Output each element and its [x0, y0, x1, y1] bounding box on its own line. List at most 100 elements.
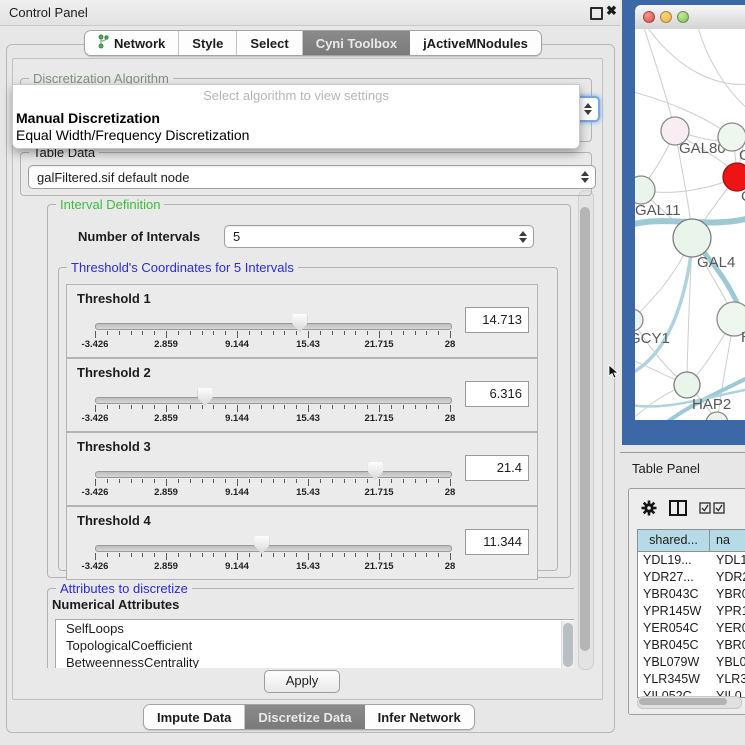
- tick-mark: [344, 405, 345, 409]
- attribute-item-selfloops[interactable]: SelfLoops: [56, 620, 574, 637]
- table-row[interactable]: YBR045CYBR0: [638, 637, 745, 654]
- column-header-name[interactable]: na: [710, 530, 745, 551]
- tick-mark: [296, 479, 297, 483]
- table-cell: YLR3: [710, 671, 745, 688]
- panel-scrollbar[interactable]: [578, 190, 594, 670]
- close-traffic-light[interactable]: [643, 11, 655, 23]
- tick-mark: [308, 553, 309, 560]
- table-row[interactable]: YPR145WYPR1: [638, 603, 745, 620]
- threshold-value-field[interactable]: 21.4: [465, 455, 529, 481]
- network-node[interactable]: [706, 412, 728, 420]
- minimize-traffic-light[interactable]: [660, 11, 672, 23]
- network-node-hap2[interactable]: [674, 372, 700, 398]
- tick-mark: [355, 553, 356, 557]
- tick-mark: [119, 331, 120, 335]
- split-columns-icon[interactable]: [669, 500, 687, 516]
- table-row[interactable]: YDL19...YDL1: [638, 552, 745, 569]
- slider-track[interactable]: [95, 397, 452, 404]
- float-window-icon[interactable]: [590, 7, 603, 20]
- network-canvas[interactable]: GAL80GACGAL11GAL4GCY1HHAP2: [635, 29, 745, 420]
- hscrollbar-thumb[interactable]: [639, 698, 727, 705]
- tick-label: 9.144: [225, 561, 249, 572]
- network-node-gcy1[interactable]: [635, 309, 643, 331]
- slider-track[interactable]: [95, 471, 452, 478]
- numerical-attributes-label: Numerical Attributes: [52, 597, 179, 612]
- num-intervals-combobox[interactable]: 5: [224, 225, 534, 248]
- tick-label: 2.859: [154, 413, 178, 424]
- tick-mark: [367, 405, 368, 409]
- tick-mark: [344, 479, 345, 483]
- tab-impute-data[interactable]: Impute Data: [144, 705, 245, 729]
- tick-label: 9.144: [225, 413, 249, 424]
- network-node-gal4[interactable]: [673, 219, 711, 257]
- network-edge[interactable]: [635, 247, 692, 374]
- tab-label: Discretize Data: [258, 710, 351, 725]
- node-label: C: [741, 188, 745, 205]
- slider-track[interactable]: [95, 323, 452, 330]
- network-node-c[interactable]: [723, 163, 745, 191]
- threshold-value-field[interactable]: 11.344: [465, 529, 529, 555]
- tick-mark: [213, 553, 214, 557]
- tick-mark: [284, 331, 285, 335]
- tab-style[interactable]: Style: [179, 31, 237, 55]
- tab-network[interactable]: Network: [85, 31, 179, 55]
- tick-mark: [391, 553, 392, 557]
- tick-mark: [379, 331, 380, 338]
- node-table[interactable]: shared... na YDL19...YDL1YDR27...YDR2YBR…: [637, 529, 745, 698]
- tab-discretize-data[interactable]: Discretize Data: [245, 705, 364, 729]
- numerical-attributes-list[interactable]: SelfLoopsTopologicalCoefficientBetweenne…: [55, 619, 574, 668]
- table-panel-title: Table Panel: [632, 461, 700, 476]
- threshold-value-field[interactable]: 14.713: [465, 307, 529, 333]
- list-scrollbar[interactable]: [561, 621, 574, 668]
- network-window-titlebar[interactable]: [635, 5, 745, 30]
- network-edge[interactable]: [697, 29, 745, 111]
- tick-mark: [332, 405, 333, 409]
- slider-track[interactable]: [95, 545, 452, 552]
- network-edge[interactable]: [643, 29, 675, 131]
- table-hscrollbar[interactable]: [637, 696, 742, 709]
- tab-label: Infer Network: [378, 710, 461, 725]
- table-row[interactable]: YDR27...YDR2: [638, 569, 745, 586]
- table-panel-titlebar: Table Panel: [620, 452, 745, 483]
- dropdown-item-manual[interactable]: Manual Discretization: [16, 110, 160, 126]
- tick-mark: [131, 331, 132, 335]
- tab-cyni-toolbox[interactable]: Cyni Toolbox: [303, 31, 410, 55]
- attribute-item-topologicalcoefficient[interactable]: TopologicalCoefficient: [56, 637, 574, 654]
- gear-icon[interactable]: [641, 500, 657, 516]
- table-cell: YBR0: [710, 586, 745, 603]
- tick-label: 21.715: [364, 339, 393, 350]
- table-data-combobox[interactable]: galFiltered.sif default node: [28, 165, 596, 189]
- scrollbar-thumb[interactable]: [580, 207, 590, 651]
- maximize-traffic-light[interactable]: [677, 11, 689, 23]
- threshold-box-1: Threshold 1-3.4262.8599.14415.4321.71528…: [66, 284, 538, 358]
- tick-mark: [225, 331, 226, 335]
- tick-mark: [379, 405, 380, 412]
- tick-mark: [367, 553, 368, 557]
- apply-button[interactable]: Apply: [264, 670, 340, 693]
- tick-mark: [95, 331, 96, 338]
- tick-mark: [320, 405, 321, 409]
- table-row[interactable]: YBR043CYBR0: [638, 586, 745, 603]
- tick-mark: [296, 553, 297, 557]
- tick-mark: [344, 331, 345, 335]
- table-row[interactable]: YBL079WYBL0: [638, 654, 745, 671]
- dropdown-item-equal-width[interactable]: Equal Width/Frequency Discretization: [16, 127, 249, 143]
- tab-infer-network[interactable]: Infer Network: [365, 705, 474, 729]
- tick-label: 28: [445, 339, 456, 350]
- tick-mark: [202, 331, 203, 335]
- table-row[interactable]: YLR345WYLR3: [638, 671, 745, 688]
- tab-select[interactable]: Select: [237, 31, 302, 55]
- table-header-row: shared... na: [638, 530, 745, 552]
- column-header-shared-name[interactable]: shared...: [638, 530, 710, 551]
- select-columns-icon[interactable]: [699, 502, 725, 514]
- attribute-item-betweennesscentrality[interactable]: BetweennessCentrality: [56, 654, 574, 668]
- node-label: GA: [739, 147, 745, 164]
- network-node-gal11[interactable]: [635, 176, 655, 204]
- tick-mark: [190, 331, 191, 335]
- tab-jactivemnodules[interactable]: jActiveMNodules: [410, 31, 541, 55]
- close-icon[interactable]: ✖: [606, 3, 617, 19]
- tick-mark: [249, 553, 250, 557]
- tick-mark: [426, 479, 427, 483]
- threshold-value-field[interactable]: 6.316: [465, 381, 529, 407]
- table-row[interactable]: YER054CYER0: [638, 620, 745, 637]
